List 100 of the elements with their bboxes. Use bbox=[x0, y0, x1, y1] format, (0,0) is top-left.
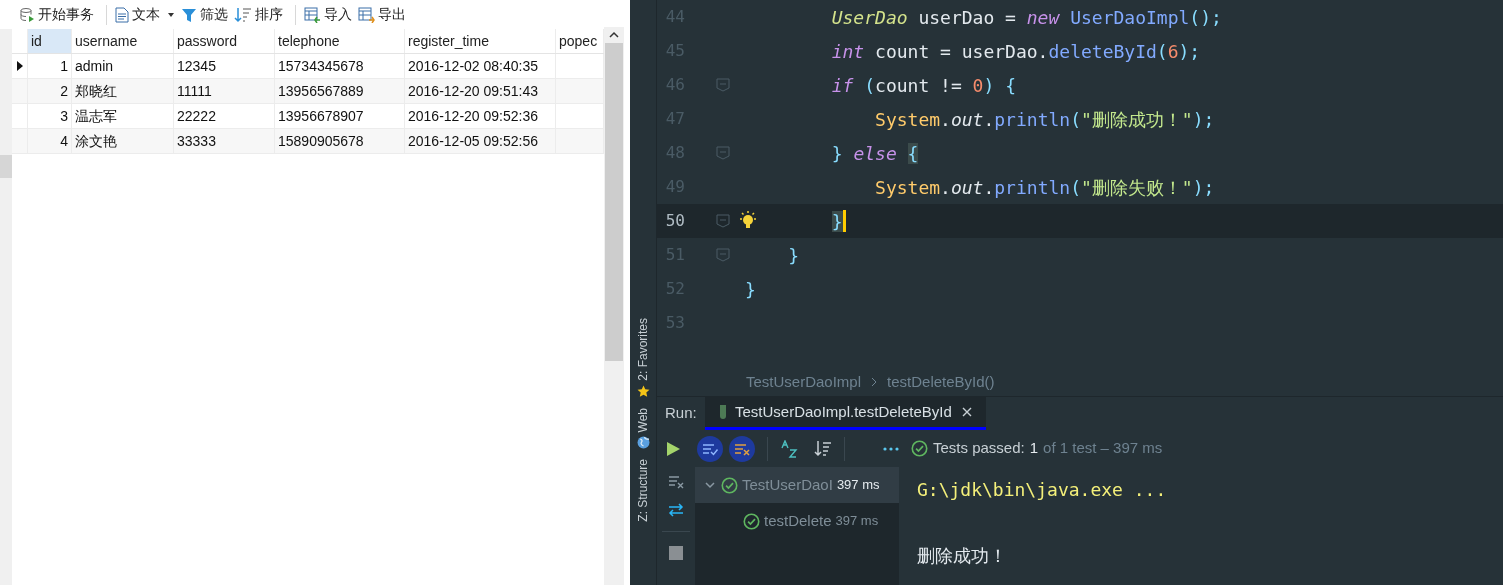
toolbar-button[interactable]: 排序 bbox=[233, 4, 284, 25]
table-export-icon bbox=[358, 6, 375, 23]
run-icon[interactable] bbox=[665, 440, 681, 457]
code-token: else bbox=[853, 141, 897, 166]
code-token: } bbox=[787, 243, 800, 268]
code-token: deleteById bbox=[1048, 39, 1157, 64]
table-cell-text: 22222 bbox=[177, 106, 216, 126]
database-icon bbox=[19, 6, 35, 23]
table-cell-text: 2016-12-20 09:51:43 bbox=[408, 81, 538, 101]
code-token: ); bbox=[1192, 175, 1215, 200]
column-header[interactable]: popec bbox=[556, 29, 604, 53]
column-header[interactable]: telephone bbox=[275, 29, 405, 53]
code-token: ) { bbox=[983, 73, 1016, 98]
code-token: UserDao bbox=[830, 5, 908, 30]
code-token: . bbox=[983, 107, 995, 132]
table-cell-text: 13956567889 bbox=[278, 81, 364, 101]
sort-icon bbox=[234, 5, 252, 24]
tool-window-tab[interactable]: Web bbox=[634, 407, 652, 433]
fold-marker-icon[interactable] bbox=[716, 248, 730, 262]
fold-marker-icon[interactable] bbox=[716, 78, 730, 92]
toolbar-button[interactable]: 筛选 bbox=[180, 4, 229, 25]
text-cursor bbox=[842, 210, 846, 232]
code-token: ( bbox=[1156, 39, 1168, 64]
table-cell-text: 4 bbox=[60, 131, 68, 151]
code-token: UserDaoImpl bbox=[1069, 5, 1190, 30]
swap-arrows-icon[interactable] bbox=[668, 503, 684, 517]
console-command: G:\jdk\bin\java.exe ... bbox=[917, 478, 1167, 502]
filter-icon bbox=[181, 6, 197, 23]
code-token: . bbox=[983, 175, 995, 200]
caret-icon[interactable] bbox=[167, 11, 175, 18]
show-ignored-icon[interactable] bbox=[729, 435, 755, 462]
code-token: . bbox=[940, 175, 951, 200]
test-duration: 397 ms bbox=[835, 512, 879, 531]
code-token: count = userDao. bbox=[874, 39, 1049, 64]
chevron-icon bbox=[871, 377, 878, 387]
scroll-marker bbox=[0, 155, 12, 178]
sort-alphabetically-icon[interactable] bbox=[780, 439, 798, 458]
table-cell-text: 涂文艳 bbox=[75, 131, 117, 151]
toolbar-button[interactable]: 导出 bbox=[357, 4, 407, 25]
code-token: System bbox=[874, 175, 941, 200]
line-number: 50 bbox=[664, 210, 685, 232]
code-token: out bbox=[950, 175, 984, 200]
scrollbar-thumb[interactable] bbox=[605, 43, 623, 361]
passed-check-icon bbox=[721, 476, 738, 494]
code-token: out bbox=[950, 107, 984, 132]
code-token: ( bbox=[1070, 175, 1081, 200]
code-token: println bbox=[994, 107, 1071, 132]
column-header[interactable]: username bbox=[72, 29, 174, 53]
code-token: count != bbox=[875, 73, 963, 98]
sort-by-duration-icon[interactable] bbox=[814, 439, 832, 458]
globe-icon bbox=[636, 436, 650, 450]
column-header[interactable]: id bbox=[28, 29, 72, 53]
toolbar-button[interactable]: 开始事务 bbox=[18, 4, 95, 25]
code-token: { bbox=[907, 142, 919, 164]
table-cell-text: 郑晓红 bbox=[75, 81, 117, 101]
table-cell-text: 11111 bbox=[177, 81, 212, 101]
code-token: "删除失败！" bbox=[1081, 175, 1193, 200]
code-token: ( bbox=[863, 73, 876, 98]
scroll-up-icon[interactable] bbox=[608, 30, 620, 40]
code-token: } bbox=[830, 141, 844, 166]
document-icon bbox=[115, 6, 129, 23]
column-header[interactable]: register_time bbox=[405, 29, 556, 53]
tool-window-tab[interactable]: Z: Structure bbox=[634, 459, 652, 522]
star-icon bbox=[636, 384, 650, 398]
test-tree-item[interactable]: TestUserDaoI 397 ms bbox=[695, 467, 899, 503]
toolbar-button[interactable]: 导入 bbox=[303, 4, 353, 25]
table-cell-text: 温志军 bbox=[75, 106, 117, 126]
tests-detail: of 1 test – 397 ms bbox=[1043, 438, 1163, 459]
table-cell-text: admin bbox=[75, 56, 114, 76]
tool-window-tab[interactable]: 2: Favorites bbox=[634, 318, 652, 381]
clear-list-icon[interactable] bbox=[668, 475, 684, 489]
table-cell-text: 2 bbox=[60, 81, 68, 101]
close-icon[interactable] bbox=[961, 407, 972, 417]
code-token: "删除成功！" bbox=[1081, 107, 1193, 132]
test-name: testDelete bbox=[764, 510, 832, 531]
column-header[interactable]: password bbox=[174, 29, 275, 53]
code-token: if bbox=[830, 73, 854, 98]
table-cell-text: 15890905678 bbox=[278, 131, 364, 151]
table-cell-text: 15734345678 bbox=[278, 56, 364, 76]
show-passed-icon[interactable] bbox=[697, 435, 723, 462]
code-token: } bbox=[831, 210, 843, 232]
fold-marker-icon[interactable] bbox=[716, 146, 730, 160]
test-name: TestUserDaoI bbox=[742, 474, 833, 495]
code-token: . bbox=[940, 107, 951, 132]
code-token: println bbox=[994, 175, 1071, 200]
table-import-icon bbox=[304, 6, 321, 23]
code-token: ); bbox=[1192, 107, 1215, 132]
code-token: int bbox=[830, 39, 865, 64]
table-cell-text: 2016-12-20 09:52:36 bbox=[408, 106, 538, 126]
toolbar-button[interactable]: 文本 bbox=[114, 4, 176, 25]
test-tube-icon bbox=[719, 404, 727, 420]
test-tree-item[interactable]: testDelete 397 ms bbox=[695, 503, 899, 539]
fold-marker-icon[interactable] bbox=[716, 214, 730, 228]
more-icon[interactable] bbox=[883, 446, 899, 451]
code-token: 6 bbox=[1167, 39, 1179, 64]
code-token: ); bbox=[1178, 39, 1201, 64]
run-label: Run: bbox=[664, 403, 698, 424]
run-tab[interactable]: TestUserDaoImpl.testDeleteById bbox=[705, 397, 986, 430]
tests-status: Tests passed: bbox=[933, 438, 1025, 459]
code-token: } bbox=[745, 277, 756, 302]
